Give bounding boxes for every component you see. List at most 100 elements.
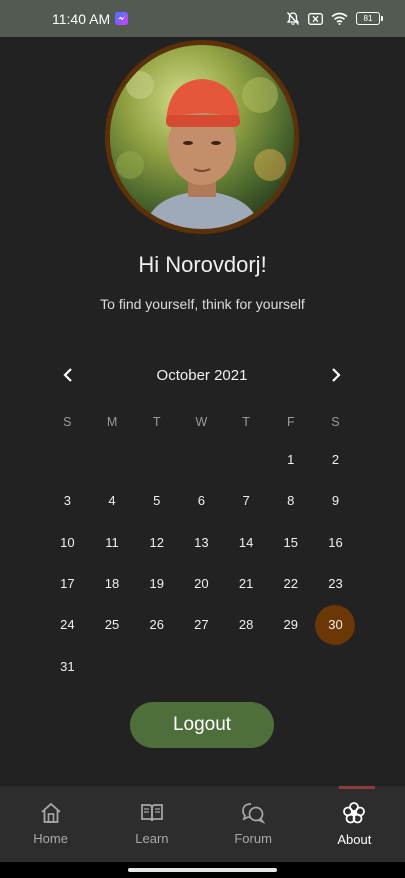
calendar-day-label: 27 (194, 617, 209, 633)
calendar-day[interactable]: 14 (224, 522, 269, 563)
calendar-day[interactable]: 24 (45, 604, 90, 645)
nav-label-learn: Learn (135, 831, 169, 846)
calendar-day-label: 12 (149, 534, 164, 550)
calendar-day-label: 28 (238, 617, 254, 633)
calendar-day-label: 4 (108, 493, 116, 509)
calendar-empty-cell (90, 439, 135, 480)
calendar-day[interactable]: 6 (179, 480, 224, 521)
calendar-day[interactable]: 17 (45, 563, 90, 604)
calendar-weeks: 1 2 3 4 5 6 7 8 9 10 11 12 13 14 15 16 17 18 19 20 21 22 23 24 2… (45, 439, 358, 687)
wifi-icon (331, 12, 348, 25)
calendar-day[interactable]: 22 (268, 563, 313, 604)
battery-level: 81 (356, 12, 380, 25)
flower-icon (343, 802, 366, 824)
calendar-day[interactable]: 28 (224, 604, 269, 645)
calendar-week-row: 31 (45, 645, 358, 686)
prev-month-button[interactable] (48, 362, 88, 388)
calendar-day[interactable]: 15 (268, 522, 313, 563)
calendar-day-label: 15 (283, 534, 299, 550)
status-left: 11:40 AM (52, 10, 129, 27)
calendar-day-label: 10 (60, 534, 75, 550)
calendar-day[interactable]: 13 (179, 522, 224, 563)
avatar[interactable] (110, 45, 294, 229)
calendar-day[interactable]: 25 (90, 604, 135, 645)
calendar-day[interactable]: 11 (90, 522, 135, 563)
nav-item-home[interactable]: Home (0, 786, 101, 862)
next-month-button[interactable] (316, 362, 356, 388)
logout-button[interactable]: Logout (130, 702, 274, 748)
book-icon (141, 804, 163, 822)
calendar-day-label: 7 (242, 493, 250, 509)
calendar-week-row: 24 25 26 27 28 29 30 (45, 604, 358, 645)
calendar-day[interactable]: 9 (313, 480, 358, 521)
calendar-day-label: 29 (283, 617, 299, 633)
calendar-day-label: 23 (328, 576, 343, 592)
status-time: 11:40 AM (52, 10, 111, 27)
calendar-day-label: 6 (197, 493, 206, 509)
calendar-day-label: 25 (104, 617, 120, 633)
calendar-day[interactable]: 21 (224, 563, 269, 604)
nav-item-about[interactable]: About (304, 786, 405, 862)
calendar-day[interactable]: 4 (90, 480, 135, 521)
greeting-text: Hi Norovdorj! (138, 252, 267, 277)
calendar-day[interactable]: 29 (268, 604, 313, 645)
calendar-day-label: 17 (60, 576, 75, 592)
weekday-label: M (106, 415, 118, 429)
calendar-day[interactable]: 31 (45, 645, 90, 686)
gesture-bar (0, 862, 405, 878)
calendar-empty-cell (268, 645, 313, 686)
calendar-week-row: 3 4 5 6 7 8 9 (45, 480, 358, 521)
calendar-day[interactable]: 3 (45, 480, 90, 521)
calendar-day[interactable]: 20 (179, 563, 224, 604)
calendar-day[interactable]: 5 (134, 480, 179, 521)
calendar-day-label: 2 (331, 452, 340, 468)
calendar-day-selected[interactable]: 30 (313, 604, 358, 645)
calendar-grid: S M T W T F S 1 2 3 4 5 6 7 8 9 10 11 12 13 14 15 16 17 1… (45, 405, 358, 687)
calendar-empty-cell (313, 645, 358, 686)
calendar-day[interactable]: 16 (313, 522, 358, 563)
weekday-label: F (286, 415, 295, 429)
messenger-icon (115, 12, 129, 25)
nav-label-about: About (337, 832, 372, 847)
chevron-left-icon (63, 368, 72, 382)
nav-item-forum[interactable]: Forum (203, 786, 304, 862)
calendar-day[interactable]: 23 (313, 563, 358, 604)
calendar-day-label: 11 (105, 534, 119, 550)
calendar-empty-cell (45, 439, 90, 480)
nav-item-learn[interactable]: Learn (101, 786, 202, 862)
status-bar: 11:40 AM 81 (0, 0, 405, 37)
calendar-day-label: 21 (238, 576, 254, 592)
calendar-day-label: 19 (149, 576, 164, 592)
calendar-day-label: 14 (238, 534, 254, 550)
calendar-day[interactable]: 2 (313, 439, 358, 480)
calendar-day-label: 9 (331, 493, 340, 509)
calendar-day[interactable]: 10 (45, 522, 90, 563)
battery-icon: 81 (356, 12, 383, 25)
calendar-empty-cell (179, 645, 224, 686)
home-icon (41, 802, 61, 823)
weekday-label: S (63, 415, 72, 429)
calendar-day[interactable]: 19 (134, 563, 179, 604)
calendar-day[interactable]: 26 (134, 604, 179, 645)
calendar-day-label: 31 (60, 658, 75, 674)
calendar-day-label: 22 (283, 576, 299, 592)
weekday-label: S (331, 415, 340, 429)
weekday-row: S M T W T F S (45, 405, 358, 439)
calendar-empty-cell (90, 645, 135, 686)
calendar-day[interactable]: 7 (224, 480, 269, 521)
calendar-day[interactable]: 8 (268, 480, 313, 521)
calendar-day-label: 3 (63, 493, 71, 509)
calendar-day[interactable]: 1 (268, 439, 313, 480)
bottom-nav: Home Learn Forum About (0, 786, 405, 862)
calendar-empty-cell (179, 439, 224, 480)
calendar-day[interactable]: 27 (179, 604, 224, 645)
home-gesture-pill[interactable] (128, 868, 277, 872)
calendar-day-label: 26 (149, 617, 164, 633)
calendar-header: October 2021 (48, 362, 356, 388)
calendar-day[interactable]: 18 (90, 563, 135, 604)
chevron-right-icon (332, 368, 341, 382)
calendar-day[interactable]: 12 (134, 522, 179, 563)
avatar-ring (105, 40, 299, 234)
calendar-day-label: 24 (60, 617, 75, 633)
status-right: 81 (286, 11, 383, 26)
